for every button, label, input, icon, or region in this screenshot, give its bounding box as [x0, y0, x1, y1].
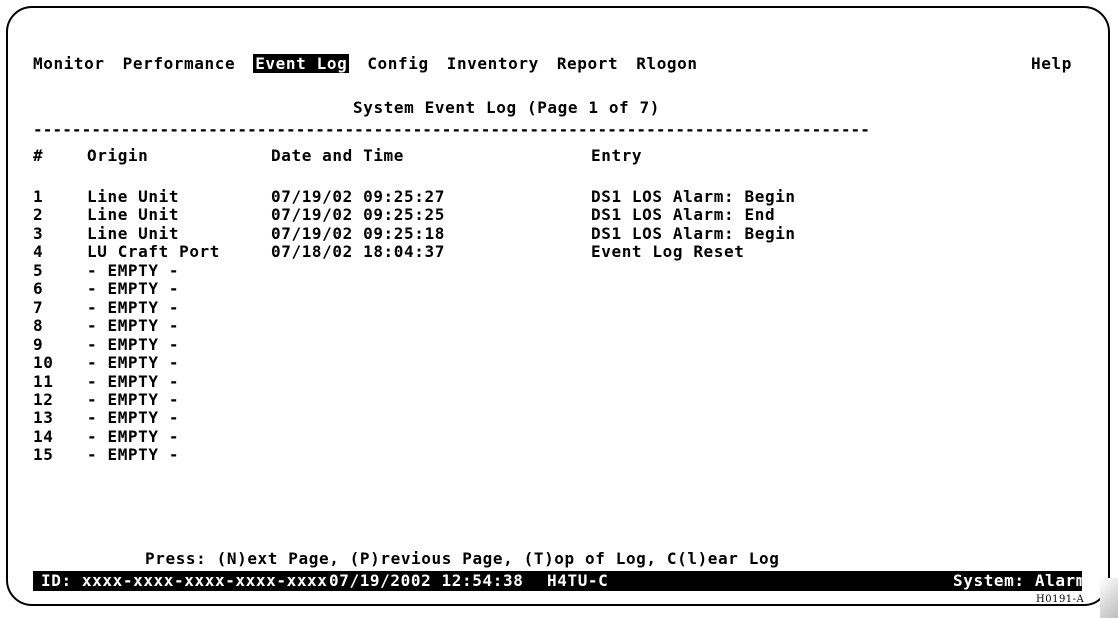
row-origin: - EMPTY -	[87, 316, 180, 335]
row-origin: - EMPTY -	[87, 298, 180, 317]
row-num: 5	[33, 261, 44, 280]
menu-inventory[interactable]: Inventory	[447, 54, 539, 73]
command-hint: Press: (N)ext Page, (P)revious Page, (T)…	[145, 549, 780, 568]
row-origin: - EMPTY -	[87, 279, 180, 298]
row-entry: Event Log Reset	[591, 242, 745, 261]
status-system: System: Alarm	[953, 571, 1087, 590]
col-header-num: #	[33, 146, 44, 165]
row-num: 15	[33, 445, 54, 464]
menu-performance[interactable]: Performance	[123, 54, 236, 73]
row-origin: LU Craft Port	[87, 242, 221, 261]
divider: ----------------------------------------…	[33, 120, 871, 139]
row-datetime: 07/18/02 18:04:37	[271, 242, 445, 261]
row-num: 7	[33, 298, 44, 317]
row-num: 11	[33, 372, 54, 391]
row-num: 4	[33, 242, 44, 261]
menu-help[interactable]: Help	[1031, 54, 1072, 74]
row-origin: Line Unit	[87, 187, 180, 206]
menu-rlogon[interactable]: Rlogon	[636, 54, 697, 73]
row-num: 2	[33, 205, 44, 224]
row-datetime: 07/19/02 09:25:27	[271, 187, 445, 206]
menu-config[interactable]: Config	[367, 54, 428, 73]
row-origin: - EMPTY -	[87, 408, 180, 427]
page-title: System Event Log (Page 1 of 7)	[353, 98, 660, 117]
row-entry: DS1 LOS Alarm: Begin	[591, 224, 796, 243]
menu-event-log[interactable]: Event Log	[253, 54, 350, 73]
status-datetime: 07/19/2002 12:54:38	[329, 571, 524, 590]
row-num: 13	[33, 408, 54, 427]
col-header-origin: Origin	[87, 146, 149, 165]
row-datetime: 07/19/02 09:25:18	[271, 224, 445, 243]
menu-report[interactable]: Report	[557, 54, 618, 73]
row-num: 12	[33, 390, 54, 409]
row-origin: - EMPTY -	[87, 335, 180, 354]
row-num: 8	[33, 316, 44, 335]
col-header-entry: Entry	[591, 146, 643, 165]
row-origin: Line Unit	[87, 205, 180, 224]
row-origin: - EMPTY -	[87, 427, 180, 446]
row-num: 1	[33, 187, 44, 206]
row-num: 6	[33, 279, 44, 298]
row-num: 9	[33, 335, 44, 354]
row-origin: - EMPTY -	[87, 445, 180, 464]
row-entry: DS1 LOS Alarm: Begin	[591, 187, 796, 206]
menu-monitor[interactable]: Monitor	[33, 54, 105, 73]
status-id: ID: xxxx-xxxx-xxxx-xxxx-xxxx	[41, 571, 328, 590]
menu-bar: Monitor Performance Event Log Config Invento…	[33, 54, 716, 74]
row-num: 10	[33, 353, 54, 372]
row-origin: - EMPTY -	[87, 372, 180, 391]
col-header-datetime: Date and Time	[271, 146, 405, 165]
status-unit: H4TU-C	[547, 571, 609, 590]
row-origin: Line Unit	[87, 224, 180, 243]
row-num: 14	[33, 427, 54, 446]
figure-code: H0191-A	[1036, 594, 1085, 605]
row-num: 3	[33, 224, 44, 243]
frame-shadow	[1100, 578, 1118, 618]
row-entry: DS1 LOS Alarm: End	[591, 205, 776, 224]
row-origin: - EMPTY -	[87, 390, 180, 409]
row-origin: - EMPTY -	[87, 353, 180, 372]
row-origin: - EMPTY -	[87, 261, 180, 280]
row-datetime: 07/19/02 09:25:25	[271, 205, 445, 224]
status-bar: ID: xxxx-xxxx-xxxx-xxxx-xxxx 07/19/2002 …	[33, 571, 1085, 591]
